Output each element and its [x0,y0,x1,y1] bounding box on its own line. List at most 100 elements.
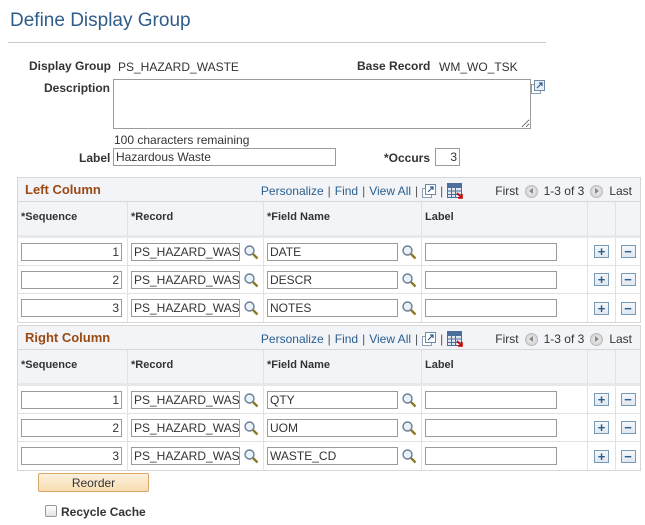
search-icon[interactable] [243,272,259,288]
add-row-button[interactable]: + [594,421,609,434]
display-group-label: Display Group [29,59,112,73]
grid-header: Left Column Personalize | Find | View Al… [18,178,640,202]
row-range: 1-3 of 3 [543,332,585,346]
record-input[interactable]: PS_HAZARD_WAS [131,242,240,261]
field-name-input[interactable]: WASTE_CD [267,447,398,465]
right-column-grid: Right Column Personalize | Find | View A… [17,325,641,471]
reorder-button[interactable]: Reorder [38,473,149,492]
record-input[interactable]: PS_HAZARD_WAS [131,299,240,317]
add-row-button[interactable]: + [594,301,609,315]
search-icon[interactable] [401,244,417,260]
download-excel-icon[interactable] [447,183,464,199]
previous-icon[interactable] [524,184,538,198]
delete-row-button[interactable]: − [620,449,636,463]
delete-row-button[interactable]: − [620,301,636,315]
delete-row-button[interactable]: − [620,421,636,434]
search-icon[interactable] [243,420,259,436]
add-row-button[interactable]: + [594,273,609,286]
field-name-header[interactable]: *Field Name [264,202,422,235]
view-all-link[interactable]: View All [369,184,411,198]
first-link[interactable]: First [495,332,518,346]
field-name-input[interactable]: DATE [267,242,398,261]
delete-row-button[interactable]: − [620,273,636,286]
table-row: 3 PS_HAZARD_WAS WASTE_CD + − [18,442,640,470]
next-icon[interactable] [590,332,604,346]
first-link[interactable]: First [495,184,518,198]
sequence-input[interactable]: 2 [21,418,122,437]
table-row: 2 PS_HAZARD_WAS DESCR + − [18,266,640,294]
left-column-grid: Left Column Personalize | Find | View Al… [17,177,641,323]
view-all-link[interactable]: View All [369,332,411,346]
record-input[interactable]: PS_HAZARD_WAS [131,418,240,437]
add-row-button[interactable]: + [594,449,609,463]
label-input[interactable] [425,418,557,437]
search-icon[interactable] [401,300,417,316]
label-header[interactable]: Label [422,202,588,235]
sequence-input[interactable]: 3 [21,299,122,317]
search-icon[interactable] [401,420,417,436]
table-row: 2 PS_HAZARD_WAS UOM + − [18,414,640,442]
label-field-label: Label [79,151,111,165]
record-input[interactable]: PS_HAZARD_WAS [131,447,240,465]
base-record-label: Base Record [357,59,431,73]
sequence-header[interactable]: *Sequence [18,350,128,383]
label-input[interactable] [425,242,557,261]
download-excel-icon[interactable] [447,331,464,347]
recycle-cache-checkbox[interactable] [45,505,57,517]
delete-row-button[interactable]: − [620,393,636,406]
search-icon[interactable] [243,448,259,464]
grid-navigation: Personalize | Find | View All | | First … [260,183,632,199]
field-name-header[interactable]: *Field Name [264,350,422,383]
personalize-link[interactable]: Personalize [261,332,324,346]
base-record-value: WM_WO_TSK [439,60,518,74]
last-link[interactable]: Last [609,184,632,198]
description-textarea[interactable] [113,79,531,129]
previous-icon[interactable] [524,332,538,346]
next-icon[interactable] [590,184,604,198]
label-input[interactable] [425,270,557,289]
column-headers: *Sequence *Record *Field Name Label [18,202,640,238]
find-link[interactable]: Find [335,332,358,346]
table-row: 1 PS_HAZARD_WAS QTY + − [18,386,640,414]
search-icon[interactable] [401,392,417,408]
last-link[interactable]: Last [609,332,632,346]
zoom-grid-icon[interactable] [422,184,437,198]
field-name-input[interactable]: DESCR [267,270,398,289]
add-row-button[interactable]: + [594,245,609,258]
search-icon[interactable] [243,244,259,260]
label-input[interactable] [425,447,557,465]
record-header[interactable]: *Record [128,350,264,383]
label-input[interactable] [425,299,557,317]
search-icon[interactable] [243,300,259,316]
sequence-input[interactable]: 3 [21,447,122,465]
expand-textarea-icon[interactable] [531,80,545,94]
field-name-input[interactable]: UOM [267,418,398,437]
description-label: Description [44,81,111,95]
record-header[interactable]: *Record [128,202,264,235]
zoom-grid-icon[interactable] [422,332,437,346]
title-divider [8,42,546,43]
page-title: Define Display Group [10,10,191,31]
delete-row-button[interactable]: − [620,245,636,258]
grid-title: Left Column [25,182,101,197]
label-header[interactable]: Label [422,350,588,383]
sequence-input[interactable]: 1 [21,390,122,409]
sequence-header[interactable]: *Sequence [18,202,128,235]
label-input[interactable] [425,390,557,409]
sequence-input[interactable]: 1 [21,242,122,261]
record-input[interactable]: PS_HAZARD_WAS [131,270,240,289]
find-link[interactable]: Find [335,184,358,198]
search-icon[interactable] [243,392,259,408]
search-icon[interactable] [401,272,417,288]
field-name-input[interactable]: QTY [267,390,398,409]
search-icon[interactable] [401,448,417,464]
add-row-button[interactable]: + [594,393,609,406]
occurs-input[interactable]: 3 [435,148,460,166]
grid-navigation: Personalize | Find | View All | | First … [260,331,632,347]
label-input[interactable]: Hazardous Waste [113,148,336,166]
field-name-input[interactable]: NOTES [267,299,398,317]
personalize-link[interactable]: Personalize [261,184,324,198]
record-input[interactable]: PS_HAZARD_WAS [131,390,240,409]
sequence-input[interactable]: 2 [21,270,122,289]
column-headers: *Sequence *Record *Field Name Label [18,350,640,386]
